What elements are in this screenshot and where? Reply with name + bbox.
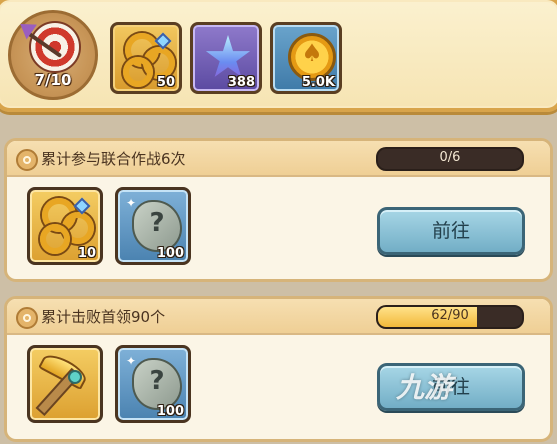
resource-count-key: 50 bbox=[156, 75, 175, 90]
resource-slot-star[interactable]: 388 bbox=[190, 22, 262, 94]
task-progress-bar: 62/90 bbox=[376, 305, 524, 329]
reward-count: 100 bbox=[156, 246, 184, 261]
target-arrow-icon bbox=[29, 21, 81, 73]
task-progress-bar: 0/6 bbox=[376, 147, 524, 171]
task-card: 累计参与联合作战6次 0/6 10 ✦ 100 前往 bbox=[4, 138, 553, 282]
reward-slot[interactable]: 10 bbox=[27, 187, 103, 265]
task-card: 累计击败首领90个 62/90 ✦ 100 前往 bbox=[4, 296, 553, 442]
progress-text: 62/90 bbox=[431, 308, 469, 323]
reward-count: 10 bbox=[77, 246, 96, 261]
task-medal-icon bbox=[16, 307, 38, 329]
mystery-rock-icon bbox=[132, 358, 182, 410]
reward-slot[interactable]: ✦ 100 bbox=[115, 345, 191, 423]
resource-slot-coin[interactable]: 5.0K bbox=[270, 22, 342, 94]
target-count: 7/10 bbox=[34, 71, 72, 89]
reward-count: 100 bbox=[156, 404, 184, 419]
task-header: 累计参与联合作战6次 0/6 bbox=[7, 141, 550, 177]
resource-count-coin: 5.0K bbox=[301, 75, 335, 90]
resource-slot-key[interactable]: 50 bbox=[110, 22, 182, 94]
target-badge[interactable]: 7/10 bbox=[8, 10, 98, 100]
go-button[interactable]: 前往 bbox=[377, 207, 525, 255]
task-medal-icon bbox=[16, 149, 38, 171]
resource-count-star: 388 bbox=[227, 75, 255, 90]
progress-text: 0/6 bbox=[439, 150, 461, 165]
task-title: 累计击败首领90个 bbox=[41, 308, 166, 326]
mystery-rock-icon bbox=[132, 200, 182, 252]
gold-coin-icon bbox=[288, 33, 336, 81]
reward-slot[interactable] bbox=[27, 345, 103, 423]
task-title: 累计参与联合作战6次 bbox=[41, 150, 186, 168]
reward-slot[interactable]: ✦ 100 bbox=[115, 187, 191, 265]
watermark-logo: 九游 bbox=[396, 371, 453, 404]
task-header: 累计击败首领90个 62/90 bbox=[7, 299, 550, 335]
